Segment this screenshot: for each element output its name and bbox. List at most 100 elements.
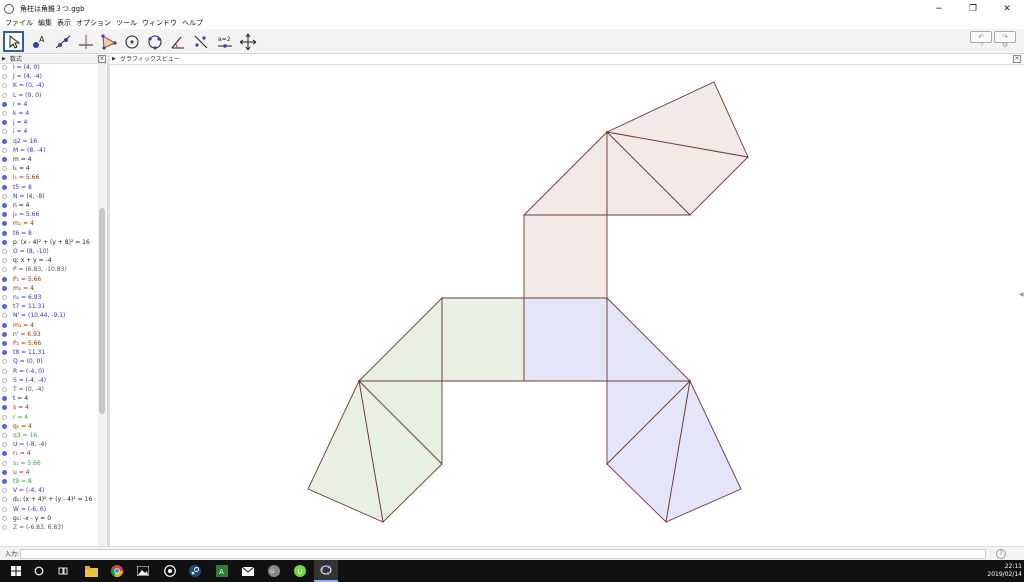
algebra-row[interactable]: m₂ = 4 — [0, 285, 98, 293]
visibility-toggle[interactable] — [2, 285, 7, 291]
algebra-row[interactable]: p: (x - 4)² + (y + 8)² = 16 — [0, 239, 98, 247]
mail-icon[interactable] — [236, 560, 260, 582]
help-icon[interactable]: ? — [980, 41, 984, 49]
algebra-row[interactable]: P = (6.83, -10.83) — [0, 266, 98, 274]
maximize-button[interactable]: ❐ — [956, 0, 990, 17]
graphics-canvas[interactable] — [110, 65, 1024, 546]
algebra-row[interactable]: V = (-4, 4) — [0, 487, 98, 495]
algebra-row[interactable]: P₂ = 5.66 — [0, 340, 98, 348]
algebra-row[interactable]: k = 4 — [0, 110, 98, 118]
visibility-toggle[interactable] — [2, 65, 7, 70]
visibility-toggle[interactable] — [2, 239, 7, 245]
point-tool[interactable]: A — [28, 31, 49, 52]
menu-window[interactable]: ウィンドウ — [142, 18, 177, 28]
blue-square[interactable] — [523, 297, 608, 382]
visibility-toggle[interactable] — [2, 423, 7, 429]
algebra-row[interactable]: Z = (-6.83, 6.83) — [0, 524, 98, 532]
visibility-toggle[interactable] — [2, 359, 7, 365]
media-icon[interactable] — [158, 560, 182, 582]
algebra-row[interactable]: t9 = 8 — [0, 478, 98, 486]
move-tool[interactable] — [3, 31, 24, 52]
visibility-toggle[interactable] — [2, 368, 7, 374]
visibility-toggle[interactable] — [2, 193, 7, 199]
algebra-row[interactable]: i = 4 — [0, 128, 98, 136]
algebra-row[interactable]: q₁ = 4 — [0, 423, 98, 431]
algebra-row[interactable]: r = 4 — [0, 414, 98, 422]
visibility-toggle[interactable] — [2, 488, 7, 494]
algebra-row[interactable]: W = (-6, 6) — [0, 506, 98, 514]
angle-tool[interactable] — [167, 31, 188, 52]
algebra-row[interactable]: g₁: -x - y = 0 — [0, 515, 98, 523]
algebra-row[interactable]: m₃ = 4 — [0, 322, 98, 330]
algebra-row[interactable]: q2 = 16 — [0, 138, 98, 146]
visibility-toggle[interactable] — [2, 497, 7, 503]
algebra-row[interactable]: T = (0, -4) — [0, 386, 98, 394]
photos-icon[interactable] — [131, 560, 155, 582]
visibility-toggle[interactable] — [2, 525, 7, 530]
windows-start-icon[interactable] — [4, 560, 28, 582]
algebra-row[interactable]: K = (0, -4) — [0, 82, 98, 90]
algebra-row[interactable]: s = 4 — [0, 404, 98, 412]
perpendicular-line-tool[interactable] — [75, 31, 96, 52]
algebra-row[interactable]: t = 4 — [0, 395, 98, 403]
chrome-icon[interactable] — [105, 560, 129, 582]
algebra-row[interactable]: N' = (10.44, -9.1) — [0, 312, 98, 320]
algebra-row[interactable]: t6 = 8 — [0, 230, 98, 238]
line-tool[interactable] — [52, 31, 73, 52]
visibility-toggle[interactable] — [2, 212, 7, 218]
visibility-toggle[interactable] — [2, 203, 7, 208]
graphics-collapse-arrow-icon[interactable]: ▶ — [112, 55, 116, 64]
slider-tool[interactable]: a=2 — [214, 31, 235, 52]
game-icon[interactable]: G — [262, 560, 286, 582]
ellipse-tool[interactable] — [144, 31, 165, 52]
visibility-toggle[interactable] — [2, 341, 7, 346]
visibility-toggle[interactable] — [2, 479, 7, 484]
visibility-toggle[interactable] — [2, 377, 7, 383]
algebra-row[interactable]: u = 4 — [0, 469, 98, 477]
visibility-toggle[interactable] — [2, 313, 7, 319]
visibility-toggle[interactable] — [2, 230, 7, 236]
blue-triangle-top[interactable] — [606, 296, 692, 382]
visibility-toggle[interactable] — [2, 120, 7, 126]
visibility-toggle[interactable] — [2, 304, 7, 310]
algebra-row[interactable]: r₁ = 4 — [0, 450, 98, 458]
algebra-row[interactable]: P₁ = 5.66 — [0, 276, 98, 284]
collapse-arrow-icon[interactable]: ▶ — [2, 55, 6, 64]
visibility-toggle[interactable] — [2, 101, 7, 107]
visibility-toggle[interactable] — [2, 157, 7, 162]
green-square[interactable] — [441, 297, 525, 382]
visibility-toggle[interactable] — [2, 276, 7, 282]
green-triangle-top[interactable] — [357, 296, 443, 382]
algebra-row[interactable]: d₁: (x + 4)² + (y - 4)² = 16 — [0, 496, 98, 504]
circle-tool[interactable] — [121, 31, 142, 52]
minimize-button[interactable]: − — [922, 0, 956, 17]
algebra-row[interactable]: L = (0, 0) — [0, 92, 98, 100]
move-graphics-tool[interactable] — [237, 31, 258, 52]
visibility-toggle[interactable] — [2, 166, 7, 172]
menu-view[interactable]: 表示 — [57, 18, 71, 28]
visibility-toggle[interactable] — [2, 442, 7, 448]
side-panel-arrow-icon[interactable]: ◀ — [1019, 291, 1024, 298]
menu-file[interactable]: ファイル — [5, 18, 33, 28]
visibility-toggle[interactable] — [2, 129, 7, 135]
algebra-row[interactable]: O = (8, -10) — [0, 248, 98, 256]
algebra-row[interactable]: m = 4 — [0, 156, 98, 164]
algebra-row[interactable]: M = (8, -4) — [0, 147, 98, 155]
visibility-toggle[interactable] — [2, 460, 7, 466]
algebra-row[interactable]: U = (-8, -4) — [0, 441, 98, 449]
algebra-row[interactable]: R = (-4, 0) — [0, 368, 98, 376]
algebra-row[interactable]: n = 4 — [0, 202, 98, 210]
visibility-toggle[interactable] — [2, 267, 7, 273]
app-icon[interactable]: A — [210, 560, 234, 582]
visibility-toggle[interactable] — [2, 147, 7, 153]
visibility-toggle[interactable] — [2, 74, 7, 80]
visibility-toggle[interactable] — [2, 396, 7, 402]
algebra-row[interactable]: s₁ = 5.66 — [0, 460, 98, 468]
input-field[interactable] — [20, 549, 986, 559]
algebra-close-icon[interactable]: × — [98, 55, 106, 63]
search-circle-icon[interactable] — [27, 560, 51, 582]
geogebra-icon[interactable] — [314, 560, 338, 582]
visibility-toggle[interactable] — [2, 92, 7, 98]
visibility-toggle[interactable] — [2, 506, 7, 512]
algebra-row[interactable]: l₁ = 4 — [0, 165, 98, 173]
